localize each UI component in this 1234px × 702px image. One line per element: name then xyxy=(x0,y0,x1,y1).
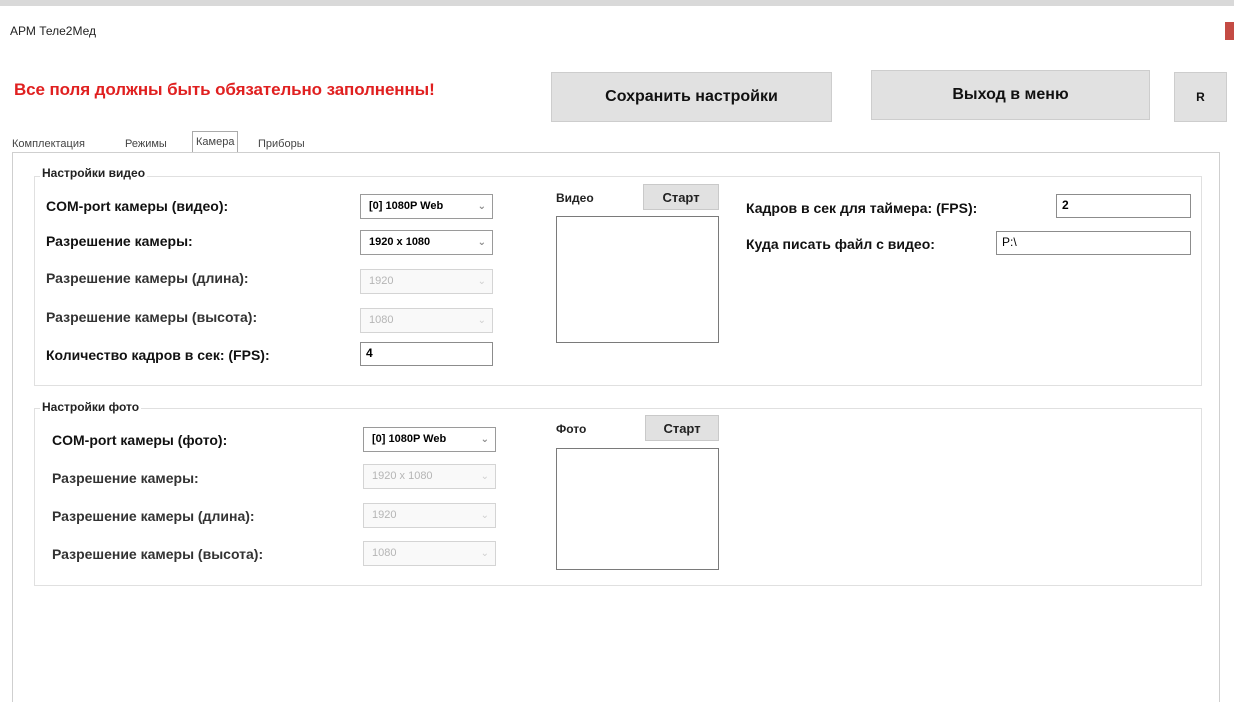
photo-resolution-value: 1920 x 1080 xyxy=(372,470,433,482)
window-top-border xyxy=(0,0,1234,6)
video-length-select: 1920 ⌄ xyxy=(360,269,493,294)
photo-preview-box xyxy=(556,448,719,570)
video-resolution-label: Разрешение камеры: xyxy=(46,233,193,249)
chevron-down-icon: ⌄ xyxy=(477,237,486,248)
video-start-button[interactable]: Старт xyxy=(643,184,719,210)
photo-preview-label: Фото xyxy=(556,422,587,436)
r-button[interactable]: R xyxy=(1174,72,1227,122)
video-resolution-value: 1920 x 1080 xyxy=(369,236,431,248)
video-fps-input[interactable]: 4 xyxy=(360,342,493,366)
window-title: АРМ Теле2Мед xyxy=(10,24,97,38)
tab-kamera[interactable]: Камера xyxy=(192,131,239,154)
photo-com-port-label: COM-port камеры (фото): xyxy=(52,432,228,448)
chevron-down-icon: ⌄ xyxy=(480,434,489,445)
required-fields-warning: Все поля должны быть обязательно заполне… xyxy=(14,80,435,99)
photo-length-select: 1920 ⌄ xyxy=(363,503,496,528)
video-file-path-input[interactable]: P:\ xyxy=(996,231,1191,255)
video-com-port-value: [0] 1080P Web xyxy=(369,200,444,212)
video-height-label: Разрешение камеры (высота): xyxy=(46,309,258,325)
photo-height-label: Разрешение камеры (высота): xyxy=(52,546,264,562)
photo-height-value: 1080 xyxy=(372,547,397,559)
photo-height-select: 1080 ⌄ xyxy=(363,541,496,566)
exit-to-menu-button[interactable]: Выход в меню xyxy=(871,70,1150,120)
chevron-down-icon: ⌄ xyxy=(480,548,489,559)
chevron-down-icon: ⌄ xyxy=(477,315,486,326)
photo-com-port-select[interactable]: [0] 1080P Web ⌄ xyxy=(363,427,496,452)
photo-com-port-value: [0] 1080P Web xyxy=(372,433,447,445)
video-length-value: 1920 xyxy=(369,275,394,287)
video-preview-box xyxy=(556,216,719,343)
tab-komplektaciya[interactable]: Комплектация xyxy=(12,134,85,154)
video-resolution-select[interactable]: 1920 x 1080 ⌄ xyxy=(360,230,493,255)
video-fps-label: Количество кадров в сек: (FPS): xyxy=(46,347,270,363)
chevron-down-icon: ⌄ xyxy=(477,276,486,287)
video-preview-label: Видео xyxy=(556,191,594,205)
close-icon[interactable] xyxy=(1225,22,1234,40)
video-com-port-label: COM-port камеры (видео): xyxy=(46,198,229,214)
video-com-port-select[interactable]: [0] 1080P Web ⌄ xyxy=(360,194,493,219)
tab-rezhimy[interactable]: Режимы xyxy=(125,134,167,154)
photo-start-button[interactable]: Старт xyxy=(645,415,719,441)
chevron-down-icon: ⌄ xyxy=(480,471,489,482)
timer-fps-label: Кадров в сек для таймера: (FPS): xyxy=(746,200,978,216)
save-settings-button[interactable]: Сохранить настройки xyxy=(551,72,832,122)
chevron-down-icon: ⌄ xyxy=(480,510,489,521)
timer-fps-input[interactable]: 2 xyxy=(1056,194,1191,218)
photo-resolution-select: 1920 x 1080 ⌄ xyxy=(363,464,496,489)
video-length-label: Разрешение камеры (длина): xyxy=(46,270,249,286)
photo-length-value: 1920 xyxy=(372,509,397,521)
photo-settings-legend: Настройки фото xyxy=(40,400,142,414)
tab-pribory[interactable]: Приборы xyxy=(258,134,305,154)
photo-resolution-label: Разрешение камеры: xyxy=(52,470,199,486)
photo-length-label: Разрешение камеры (длина): xyxy=(52,508,255,524)
video-settings-legend: Настройки видео xyxy=(40,166,148,180)
video-height-value: 1080 xyxy=(369,314,394,326)
chevron-down-icon: ⌄ xyxy=(477,201,486,212)
video-height-select: 1080 ⌄ xyxy=(360,308,493,333)
video-file-path-label: Куда писать файл с видео: xyxy=(746,236,935,252)
